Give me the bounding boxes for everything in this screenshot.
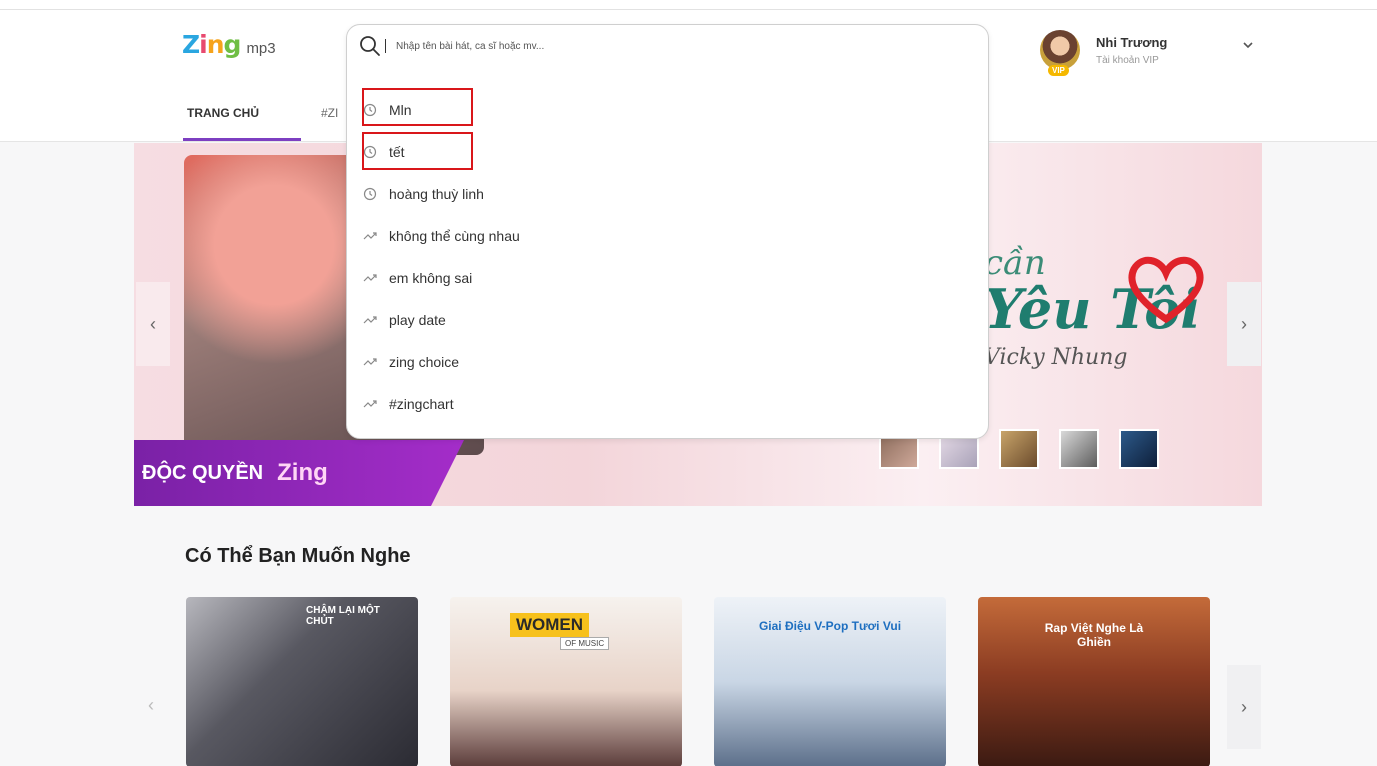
suggestion-trending[interactable]: play date	[363, 299, 520, 341]
playlist-card[interactable]: Giai Điệu V-Pop Tươi Vui	[714, 597, 946, 766]
vip-badge: VIP	[1048, 65, 1069, 76]
exclusive-ribbon: ĐỘC QUYỀN Zing	[134, 440, 464, 506]
suggestion-list: Mln tết hoàng thuỳ linh không thể cùng n…	[363, 89, 520, 425]
suggestion-label: zing choice	[389, 354, 460, 370]
search-icon[interactable]	[359, 35, 381, 57]
chevron-right-icon: ›	[1241, 696, 1247, 717]
cards-prev-button[interactable]: ‹	[136, 670, 166, 740]
logo-zing-text: Zing	[182, 30, 242, 59]
thumbnail[interactable]	[999, 429, 1039, 469]
search-input[interactable]	[396, 40, 956, 52]
card-title: Giai Điệu V-Pop Tươi Vui	[758, 619, 902, 633]
user-profile[interactable]: VIP Nhi Trương Tài khoản VIP	[1040, 30, 1168, 76]
suggestion-trending[interactable]: em không sai	[363, 257, 520, 299]
tab-home[interactable]: TRANG CHỦ	[187, 106, 259, 120]
suggestion-label: em không sai	[389, 270, 473, 286]
card-title: Rap Việt Nghe Là Ghiền	[1044, 621, 1144, 649]
card-title: WOMEN	[510, 613, 590, 637]
trending-icon	[363, 397, 377, 411]
logo-letter: g	[223, 30, 242, 59]
text-cursor	[385, 39, 386, 53]
suggestion-history[interactable]: tết	[363, 131, 520, 173]
chevron-right-icon: ›	[1241, 313, 1247, 334]
browser-top-line	[0, 0, 1377, 10]
chevron-down-icon[interactable]	[1243, 40, 1253, 50]
ribbon-brand: Zing	[277, 459, 328, 486]
trending-icon	[363, 271, 377, 285]
suggestion-history[interactable]: Mln	[363, 89, 520, 131]
clock-icon	[363, 145, 377, 159]
avatar[interactable]: VIP	[1040, 30, 1080, 76]
playlist-card[interactable]: Rap Việt Nghe Là Ghiền	[978, 597, 1210, 766]
search-bar	[359, 35, 956, 57]
logo-letter: i	[199, 30, 208, 59]
account-type: Tài khoản VIP	[1096, 54, 1159, 66]
tab-zingchart[interactable]: #ZI	[321, 106, 338, 120]
ribbon-label: ĐỘC QUYỀN	[142, 461, 264, 484]
logo-letter: n	[206, 30, 225, 59]
active-tab-indicator	[183, 138, 301, 141]
banner-prev-button[interactable]: ‹	[136, 282, 170, 366]
suggestion-trending[interactable]: zing choice	[363, 341, 520, 383]
suggestion-label: tết	[389, 144, 405, 160]
thumbnail[interactable]	[1119, 429, 1159, 469]
heart-icon	[1128, 256, 1204, 324]
trending-icon	[363, 355, 377, 369]
card-subtitle: OF MUSIC	[560, 637, 610, 650]
search-dropdown: Mln tết hoàng thuỳ linh không thể cùng n…	[346, 24, 989, 439]
clock-icon	[363, 187, 377, 201]
trending-icon	[363, 229, 377, 243]
section-title: Có Thể Bạn Muốn Nghe	[185, 545, 411, 567]
trending-icon	[363, 313, 377, 327]
logo-letter: Z	[182, 30, 200, 59]
suggestion-trending[interactable]: không thể cùng nhau	[363, 215, 520, 257]
suggestion-trending[interactable]: #zingchart	[363, 383, 520, 425]
clock-icon	[363, 103, 377, 117]
playlist-card[interactable]: CHẬM LẠI MỘT CHÚT	[186, 597, 418, 766]
suggestion-label: hoàng thuỳ linh	[389, 186, 484, 202]
cards-next-button[interactable]: ›	[1227, 665, 1261, 749]
user-name: Nhi Trương	[1096, 34, 1168, 50]
playlist-card[interactable]: WOMEN OF MUSIC	[450, 597, 682, 766]
chevron-left-icon: ‹	[148, 694, 154, 715]
banner-next-button[interactable]: ›	[1227, 282, 1261, 366]
suggestion-label: Mln	[389, 102, 412, 118]
banner-art-line3: Vicky Nhung	[984, 345, 1128, 370]
suggestion-label: không thể cùng nhau	[389, 228, 520, 244]
suggestion-label: #zingchart	[389, 396, 454, 412]
playlist-cards: CHẬM LẠI MỘT CHÚT WOMEN OF MUSIC Giai Đi…	[186, 597, 1210, 766]
chevron-left-icon: ‹	[150, 313, 156, 334]
suggestion-history[interactable]: hoàng thuỳ linh	[363, 173, 520, 215]
suggestion-label: play date	[389, 312, 446, 328]
logo-mp3-text: mp3	[246, 40, 276, 57]
card-title: CHẬM LẠI MỘT CHÚT	[306, 605, 380, 627]
thumbnail[interactable]	[1059, 429, 1099, 469]
zing-mp3-logo[interactable]: Zing mp3	[182, 30, 276, 59]
